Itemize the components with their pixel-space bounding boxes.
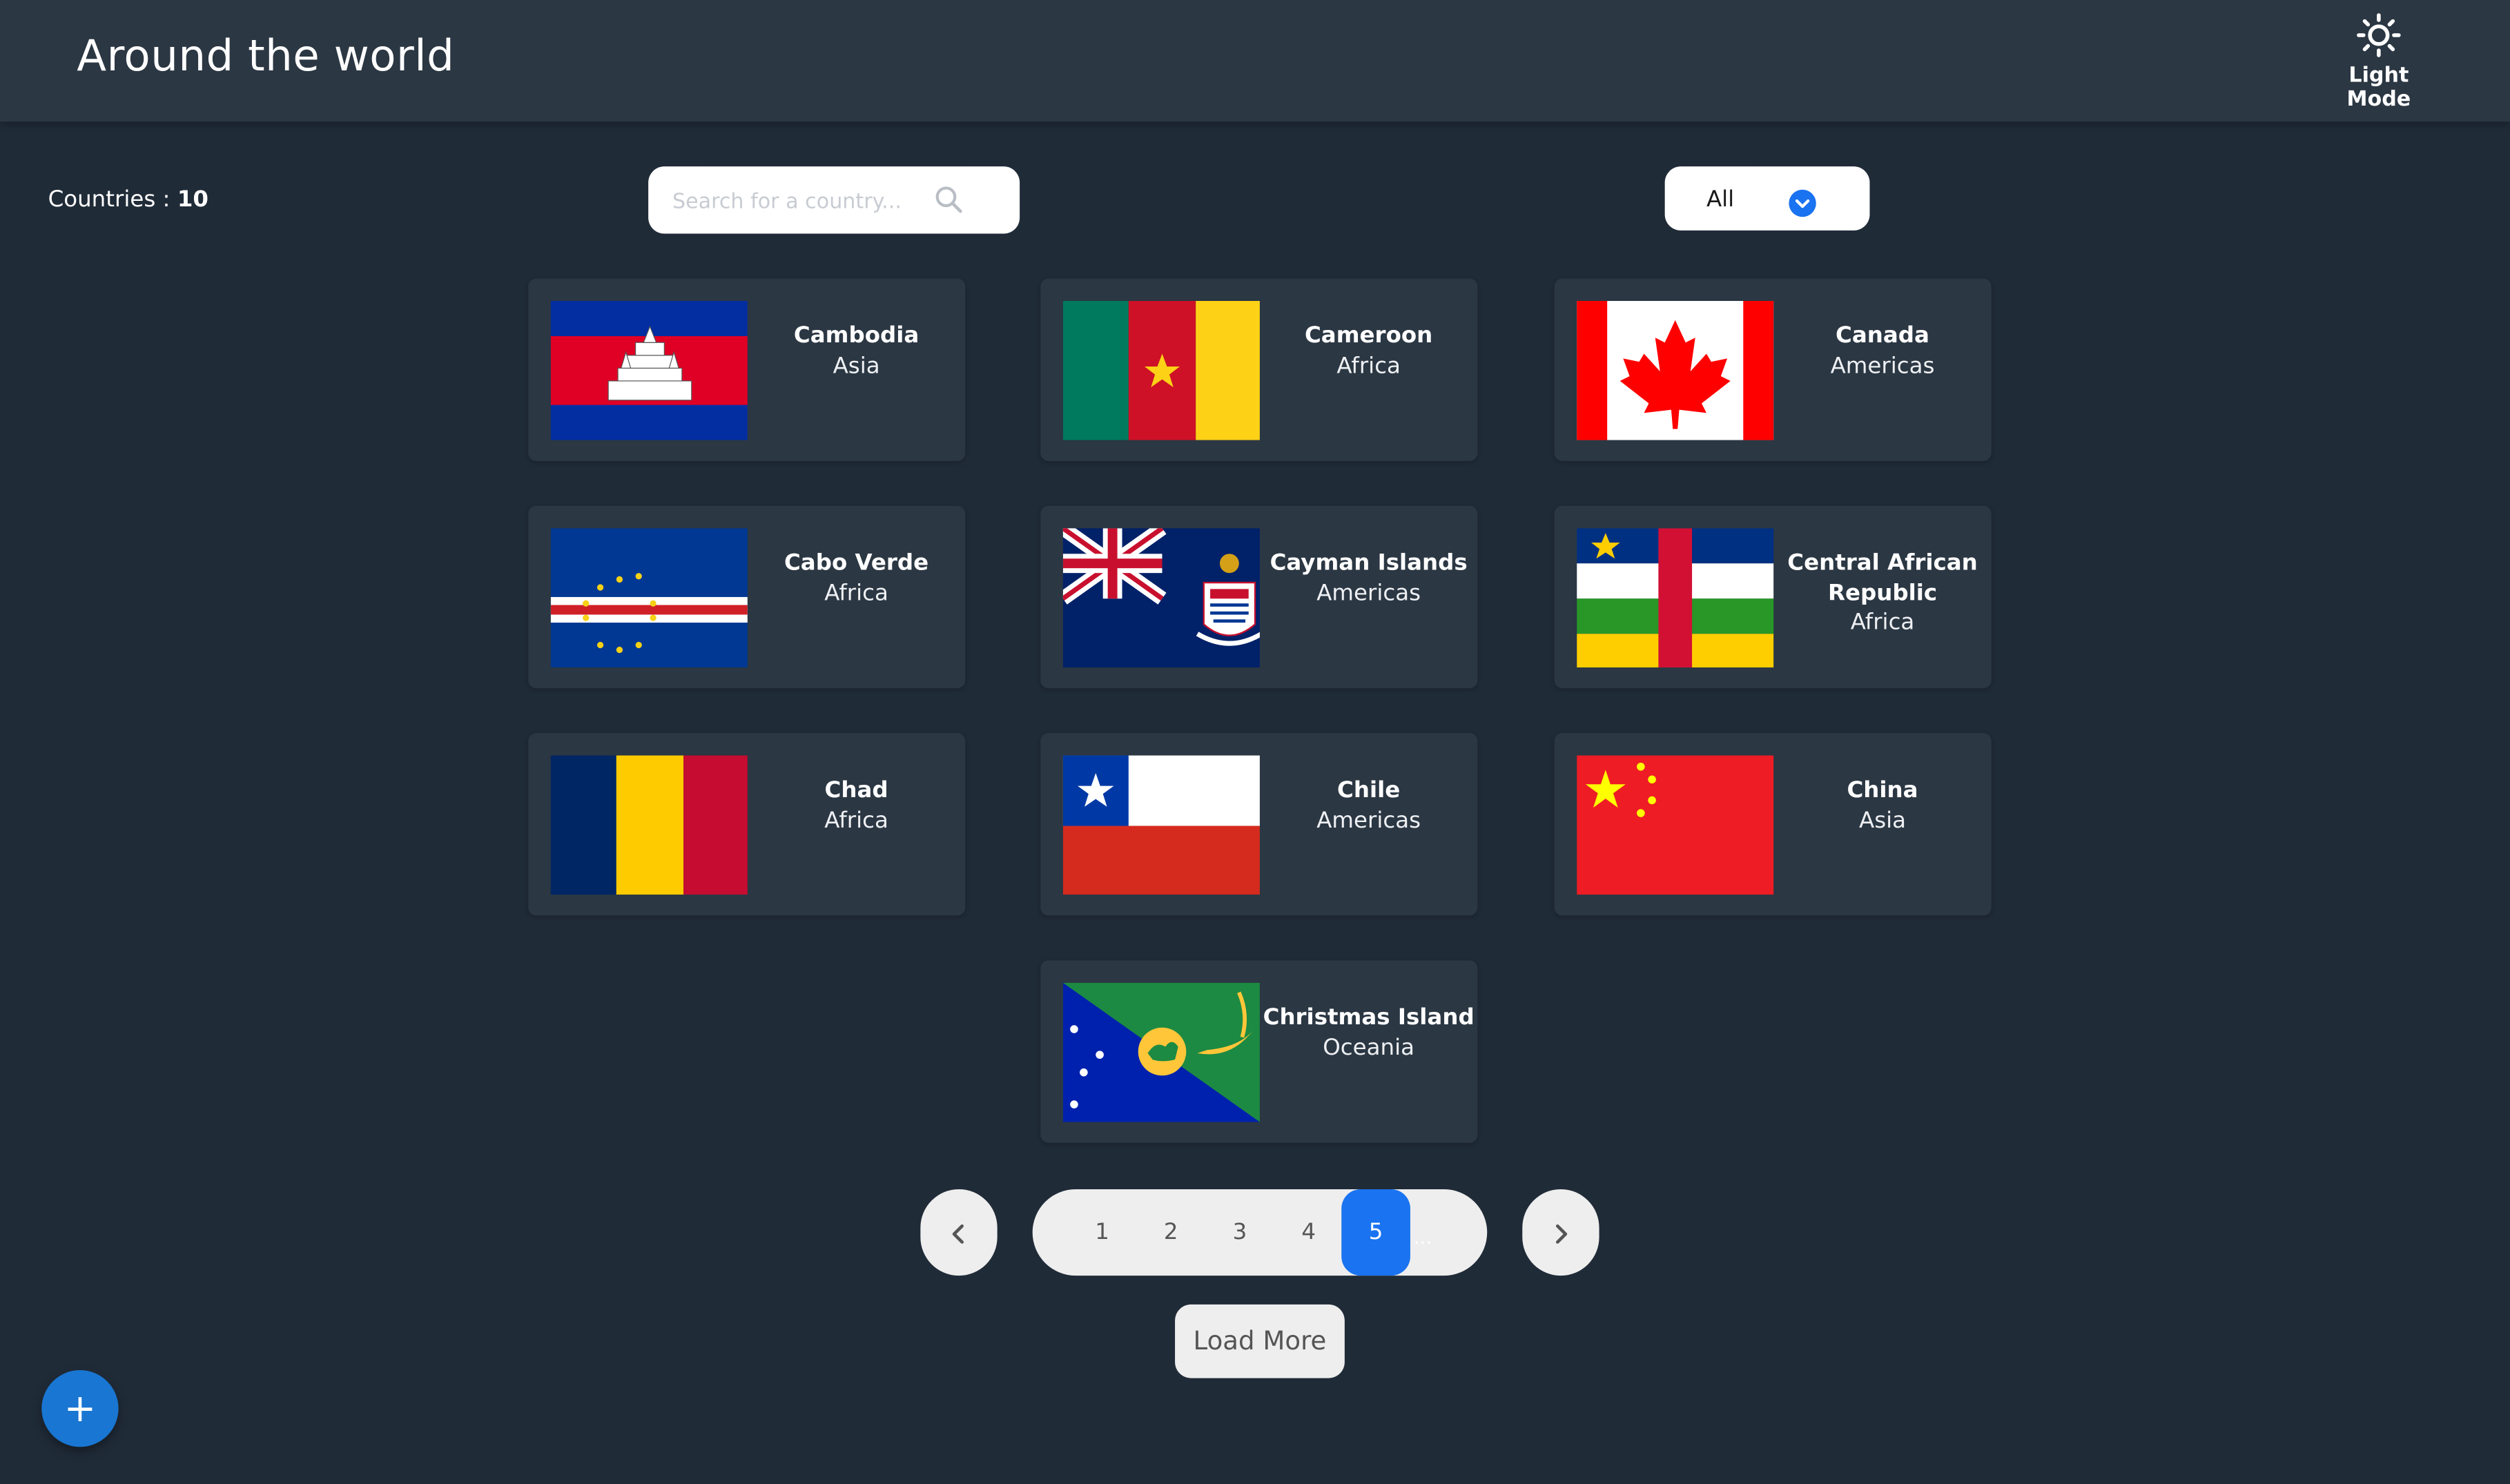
- load-more-button[interactable]: Load More: [1175, 1304, 1345, 1378]
- flag-christmas-island: [1062, 982, 1260, 1122]
- count-value: 10: [177, 187, 209, 213]
- country-region: Africa: [824, 580, 888, 606]
- top-bar: Around the world Light Mode: [0, 0, 2510, 122]
- pagination: 1 2 3 4 5 ...: [1032, 1189, 1488, 1276]
- flag-canada: [1577, 300, 1774, 440]
- country-card-china[interactable]: China Asia: [1554, 733, 1992, 916]
- prev-page-button[interactable]: [920, 1189, 998, 1276]
- flag-chile: [1062, 755, 1260, 895]
- mode-label: Light Mode: [2346, 64, 2411, 113]
- country-name: Chile: [1337, 777, 1401, 804]
- flag-central-african-republic: [1577, 528, 1774, 667]
- country-region: Americas: [1316, 580, 1421, 606]
- chevron-left-icon: [952, 1223, 964, 1243]
- flag-china: [1577, 755, 1774, 895]
- country-name: Christmas Island: [1263, 1005, 1475, 1031]
- country-count: Countries : 10: [48, 187, 208, 213]
- country-region: Americas: [1830, 353, 1935, 379]
- country-region: Africa: [1850, 609, 1915, 636]
- region-filter-select[interactable]: All: [1664, 166, 1870, 231]
- page-5-button[interactable]: 5: [1341, 1189, 1410, 1276]
- pagination-ellipsis: ...: [1413, 1226, 1432, 1249]
- page-2-button[interactable]: 2: [1136, 1189, 1205, 1276]
- country-name: Cayman Islands: [1269, 550, 1468, 576]
- add-button[interactable]: +: [41, 1369, 119, 1447]
- app-title: Around the world: [77, 32, 455, 82]
- count-label: Countries :: [48, 187, 177, 213]
- country-region: Oceania: [1323, 1035, 1415, 1061]
- country-card-cambodia[interactable]: Cambodia Asia: [528, 278, 966, 461]
- country-card-cayman-islands[interactable]: Cayman Islands Americas: [1040, 505, 1478, 689]
- page-3-button[interactable]: 3: [1205, 1189, 1274, 1276]
- flag-cayman-islands: [1062, 528, 1260, 667]
- country-name: Cabo Verde: [784, 550, 929, 576]
- country-name: Canada: [1836, 323, 1929, 349]
- country-region: Asia: [1859, 807, 1907, 833]
- country-card-chad[interactable]: Chad Africa: [528, 733, 966, 916]
- country-name: Chad: [824, 777, 888, 804]
- country-card-christmas-island[interactable]: Christmas Island Oceania: [1040, 960, 1478, 1143]
- flag-cameroon: [1062, 300, 1260, 440]
- app: Around the world Light Mode Countries : …: [0, 0, 2510, 1484]
- flag-cabo-verde: [550, 528, 748, 667]
- page-4-button[interactable]: 4: [1274, 1189, 1343, 1276]
- country-region: Africa: [824, 807, 888, 833]
- light-mode-toggle[interactable]: Light Mode: [2319, 13, 2438, 112]
- country-region: Americas: [1316, 807, 1421, 833]
- country-region: Africa: [1336, 353, 1401, 379]
- flag-chad: [550, 755, 748, 895]
- flag-cambodia: [550, 300, 748, 440]
- country-name: China: [1847, 777, 1918, 804]
- country-card-cameroon[interactable]: Cameroon Africa: [1040, 278, 1478, 461]
- chevron-down-icon: [1789, 189, 1816, 217]
- search-icon[interactable]: [933, 184, 965, 216]
- country-card-canada[interactable]: Canada Americas: [1554, 278, 1992, 461]
- page-1-button[interactable]: 1: [1068, 1189, 1137, 1276]
- chevron-right-icon: [1555, 1223, 1568, 1243]
- country-card-cabo-verde[interactable]: Cabo Verde Africa: [528, 505, 966, 689]
- sun-icon: [2357, 13, 2401, 57]
- plus-icon: +: [64, 1386, 97, 1432]
- country-card-central-african-republic[interactable]: Central African Republic Africa: [1554, 505, 1992, 689]
- country-region: Asia: [833, 353, 880, 379]
- country-name: Cambodia: [793, 323, 920, 349]
- country-name: Cameroon: [1304, 323, 1433, 349]
- search-box: [648, 166, 1020, 234]
- next-page-button[interactable]: [1522, 1189, 1599, 1276]
- country-name: Central African Republic: [1787, 550, 1978, 606]
- search-input[interactable]: [669, 185, 932, 218]
- region-filter-value: All: [1706, 187, 1735, 213]
- country-card-chile[interactable]: Chile Americas: [1040, 733, 1478, 916]
